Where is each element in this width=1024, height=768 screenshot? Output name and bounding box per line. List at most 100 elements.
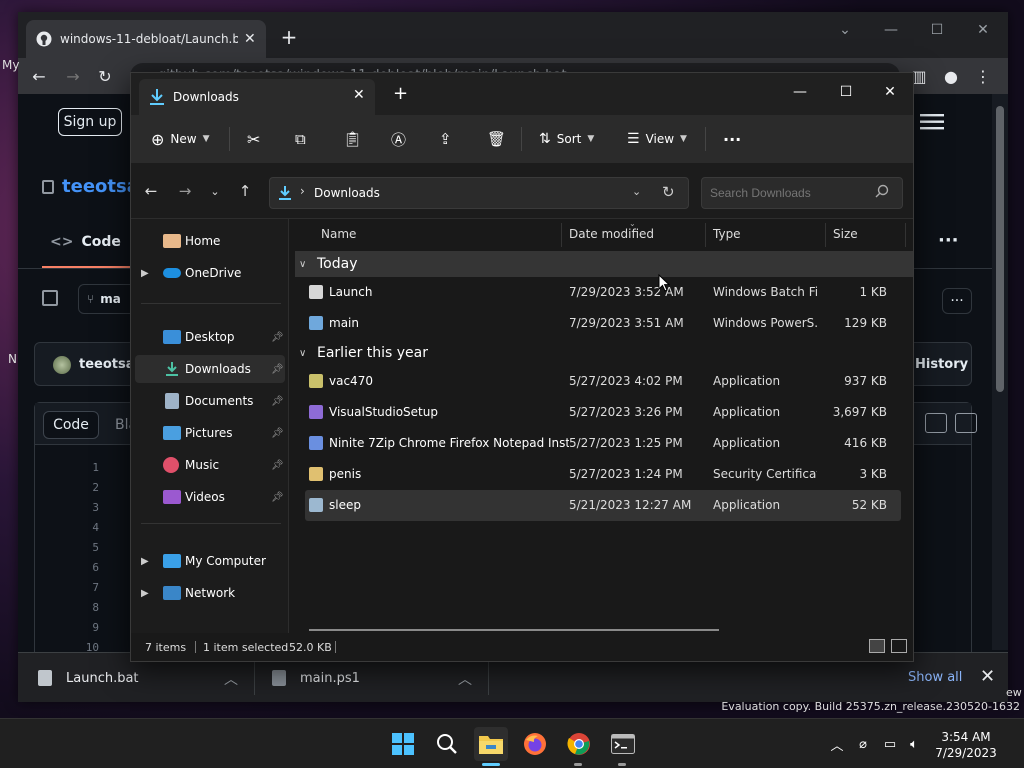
breadcrumb-chevron-icon[interactable]: › — [300, 184, 305, 198]
close-icon[interactable]: ✕ — [960, 16, 1006, 44]
signup-button[interactable]: Sign up — [58, 108, 122, 136]
divider[interactable] — [905, 223, 906, 247]
sidebar-item-videos[interactable]: Videos 📌︎ — [135, 483, 285, 511]
address-bar[interactable]: › Downloads ⌄ ↻ — [269, 177, 689, 209]
start-button[interactable] — [386, 727, 420, 761]
clock[interactable]: 3:54 AM 7/29/2023 — [920, 729, 1012, 761]
show-all-link[interactable]: Show all — [908, 670, 962, 685]
file-row[interactable]: vac470 5/27/2023 4:02 PM Application 937 KB — [305, 366, 901, 397]
delete-icon[interactable]: 🗑︎ — [487, 125, 506, 153]
horizontal-scrollbar[interactable] — [309, 629, 719, 631]
chevron-up-icon[interactable]: ︿ — [224, 669, 238, 689]
group-header-earlier[interactable]: ∨ Earlier this year — [295, 340, 913, 366]
up-icon[interactable]: ↑ — [235, 181, 255, 201]
file-row[interactable]: main 7/29/2023 3:51 AM Windows PowerS... 12… — [305, 308, 901, 339]
sidebar-item-documents[interactable]: Documents 📌︎ — [135, 387, 285, 415]
back-icon[interactable]: ← — [26, 63, 52, 89]
chevron-up-icon[interactable]: ︿ — [458, 669, 472, 689]
explorer-tab[interactable]: Downloads ✕ — [139, 79, 375, 115]
minimize-icon[interactable]: — — [868, 16, 914, 44]
pin-icon[interactable]: 📌︎ — [271, 492, 284, 503]
close-icon[interactable]: ✕ — [353, 87, 365, 103]
cut-icon[interactable]: ✂ — [247, 125, 260, 153]
sidebar-item-downloads[interactable]: Downloads 📌︎ — [135, 355, 285, 383]
recent-locations-icon[interactable]: ⌄ — [205, 181, 225, 201]
new-tab-icon[interactable]: + — [393, 83, 408, 104]
reload-icon[interactable]: ↻ — [92, 63, 118, 89]
refresh-icon[interactable]: ↻ — [662, 183, 675, 201]
sidebar-item-onedrive[interactable]: ▶ OneDrive — [135, 259, 285, 287]
pin-icon[interactable]: 📌︎ — [271, 332, 284, 343]
view-button[interactable]: ☰ View ▼ — [627, 125, 687, 153]
tab-search-icon[interactable]: ⌄ — [822, 16, 868, 44]
download-item[interactable]: Launch.bat — [38, 653, 139, 703]
chevron-right-icon[interactable]: ▶ — [141, 268, 149, 279]
file-row[interactable]: Ninite 7Zip Chrome Firefox Notepad Inst.… — [305, 428, 901, 459]
share-icon[interactable]: ⇪ — [439, 125, 452, 153]
maximize-icon[interactable]: ☐ — [914, 16, 960, 44]
sidebar-item-pictures[interactable]: Pictures 📌︎ — [135, 419, 285, 447]
file-tree-icon[interactable] — [42, 290, 58, 306]
sidebar-item-home[interactable]: Home — [135, 227, 285, 255]
forward-icon[interactable]: → — [175, 181, 195, 201]
chevron-up-icon[interactable]: ︿ — [826, 735, 848, 754]
close-icon[interactable]: ✕ — [867, 77, 913, 107]
more-icon[interactable]: ··· — [938, 230, 959, 251]
rename-icon[interactable]: Ⓐ — [391, 125, 406, 153]
tiles-view-icon[interactable] — [891, 639, 907, 653]
avatar[interactable] — [53, 356, 71, 374]
branch-selector[interactable]: ⑂ ma — [78, 284, 138, 314]
sidebar-item-desktop[interactable]: Desktop 📌︎ — [135, 323, 285, 351]
minimize-icon[interactable]: — — [777, 77, 823, 107]
group-header-today[interactable]: ∨ Today — [295, 251, 913, 277]
display-icon[interactable]: ▭ — [878, 737, 902, 752]
column-header-type[interactable]: Type — [713, 227, 741, 241]
browser-tab[interactable]: windows-11-debloat/Launch.bat ✕ — [26, 20, 266, 58]
symbols-icon[interactable] — [955, 413, 977, 433]
commit-author[interactable]: teeotsa — [79, 357, 135, 372]
close-icon[interactable]: ✕ — [244, 31, 256, 47]
sidebar-item-mycomputer[interactable]: ▶ My Computer — [135, 547, 285, 575]
divider[interactable] — [825, 223, 826, 247]
pin-icon[interactable]: 📌︎ — [271, 460, 284, 471]
chevron-right-icon[interactable]: ▶ — [141, 588, 149, 599]
repo-link[interactable]: teeotsa — [42, 176, 139, 197]
more-icon[interactable]: ··· — [723, 125, 741, 153]
forward-icon[interactable]: → — [60, 63, 86, 89]
divider[interactable] — [705, 223, 706, 247]
paste-icon[interactable]: 📋︎ — [343, 125, 362, 153]
breadcrumb[interactable]: Downloads — [314, 186, 380, 200]
new-tab-icon[interactable]: + — [276, 24, 302, 50]
hamburger-icon[interactable] — [920, 112, 946, 132]
file-row[interactable]: Launch7/29/2023 3:52 AMWindows Batch Fil… — [305, 277, 901, 308]
file-row[interactable]: penis 5/27/2023 1:24 PM Security Certifica… — [305, 459, 901, 490]
new-button[interactable]: ⊕ New ▼ — [151, 125, 210, 153]
profile-icon[interactable]: ● — [938, 63, 964, 89]
pin-icon[interactable]: 📌︎ — [271, 364, 284, 375]
pin-icon[interactable]: 📌︎ — [271, 428, 284, 439]
copy-icon[interactable]: ⧉ — [295, 125, 306, 153]
menu-icon[interactable]: ⋮ — [970, 63, 996, 89]
file-row[interactable]: VisualStudioSetup 5/27/2023 3:26 PM Applic… — [305, 397, 901, 428]
chevron-down-icon[interactable]: ⌄ — [632, 185, 641, 198]
search-button[interactable] — [430, 727, 464, 761]
network-offline-icon[interactable]: ⌀ — [848, 737, 878, 752]
column-header-size[interactable]: Size — [833, 227, 858, 241]
details-view-icon[interactable] — [869, 639, 885, 653]
maximize-icon[interactable]: ☐ — [823, 77, 869, 107]
browser-scrollbar[interactable] — [992, 94, 1008, 650]
file-row[interactable]: sleep 5/21/2023 12:27 AM Application 52 KB — [305, 490, 901, 521]
chevron-right-icon[interactable]: ▶ — [141, 556, 149, 567]
scrollbar-thumb[interactable] — [996, 106, 1004, 392]
taskbar-chrome[interactable] — [562, 727, 596, 761]
pin-icon[interactable]: 📌︎ — [271, 396, 284, 407]
taskbar-firefox[interactable] — [518, 727, 552, 761]
close-icon[interactable]: ✕ — [980, 666, 995, 687]
taskbar-terminal[interactable] — [606, 727, 640, 761]
download-raw-icon[interactable] — [925, 413, 947, 433]
sort-button[interactable]: ⇅ Sort ▼ — [539, 125, 594, 153]
code-button[interactable]: Code — [43, 411, 99, 439]
sidebar-item-music[interactable]: Music 📌︎ — [135, 451, 285, 479]
back-icon[interactable]: ← — [141, 181, 161, 201]
sidebar-item-network[interactable]: ▶ Network — [135, 579, 285, 607]
